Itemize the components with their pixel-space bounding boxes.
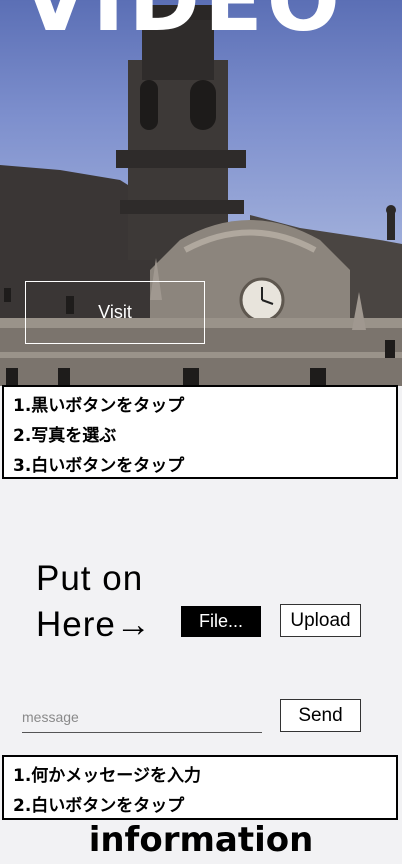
instruction-line: 2.写真を選ぶ (13, 426, 117, 446)
file-select-button[interactable]: File... (181, 606, 261, 637)
instruction-line: 1.何かメッセージを入力 (13, 766, 201, 786)
instructions-box-message: 1.何かメッセージを入力 2.白いボタンをタップ (2, 755, 398, 820)
upload-prompt-line1: Put on (36, 559, 144, 598)
instruction-line: 3.白いボタンをタップ (13, 456, 185, 476)
information-heading: information (88, 820, 314, 860)
hero-title: VIDEO (22, 0, 344, 51)
upload-prompt-line2: Here→ (36, 605, 152, 644)
send-button[interactable]: Send (280, 699, 361, 732)
instruction-line: 2.白いボタンをタップ (13, 796, 185, 816)
upload-button[interactable]: Upload (280, 604, 361, 637)
instructions-box-photo: 1.黒いボタンをタップ 2.写真を選ぶ 3.白いボタンをタップ (2, 385, 398, 479)
message-input[interactable] (22, 702, 262, 733)
visit-button[interactable]: Visit (25, 281, 205, 344)
upload-prompt: Put on Here→ (36, 556, 152, 648)
hero-section: VIDEO Visit (0, 0, 402, 386)
instruction-line: 1.黒いボタンをタップ (13, 396, 185, 416)
